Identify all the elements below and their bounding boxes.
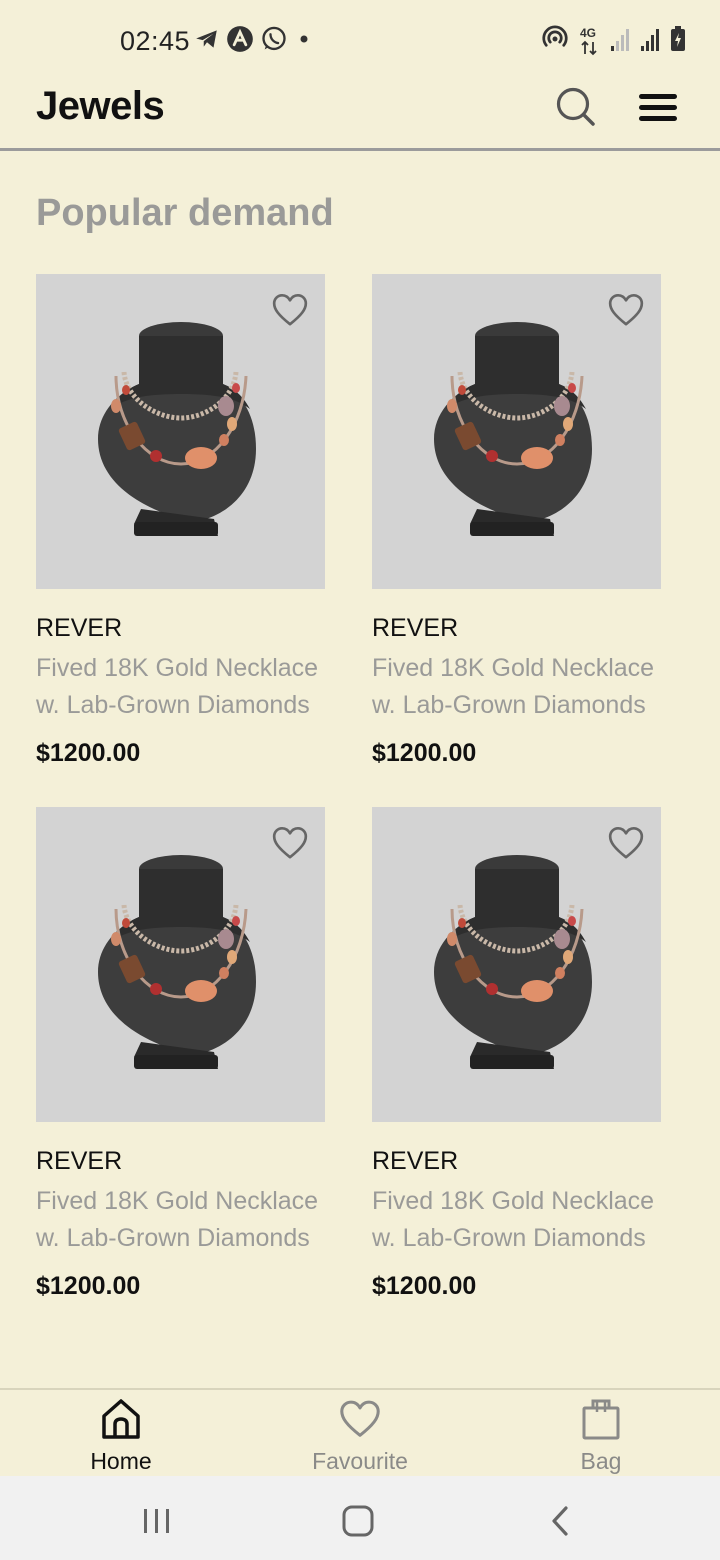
product-image[interactable]: [36, 274, 325, 589]
shopping-bag-icon: [582, 1399, 620, 1440]
bottom-nav: Home Favourite Bag: [0, 1388, 720, 1478]
favourite-button[interactable]: [604, 823, 648, 863]
product-price: $1200.00: [36, 739, 141, 767]
search-icon: [556, 87, 595, 126]
heart-icon: [604, 290, 648, 330]
favourite-button[interactable]: [604, 290, 648, 330]
app-title: Jewels: [36, 84, 165, 128]
favourite-button[interactable]: [268, 823, 312, 863]
menu-button[interactable]: [636, 88, 680, 128]
status-right-icons: 4G: [540, 24, 686, 59]
heart-icon: [604, 823, 648, 863]
telegram-icon: [194, 26, 220, 57]
product-image[interactable]: [372, 274, 661, 589]
app-bar: Jewels: [0, 80, 720, 151]
necklace-image: [422, 847, 612, 1087]
signal-bars-icon: [640, 26, 662, 57]
necklace-image: [86, 847, 276, 1087]
product-price: $1200.00: [36, 1272, 141, 1300]
product-card[interactable]: REVER Fived 18K Gold Necklace w. Lab-Gro…: [372, 807, 672, 1327]
product-brand: REVER: [372, 614, 459, 642]
product-brand: REVER: [36, 614, 123, 642]
heart-icon: [268, 290, 312, 330]
menu-icon: [639, 94, 677, 121]
product-name[interactable]: Fived 18K Gold Necklace w. Lab-Grown Dia…: [36, 650, 346, 724]
nav-item-bag[interactable]: Bag: [521, 1390, 681, 1478]
nav-label-bag: Bag: [580, 1448, 622, 1474]
product-card[interactable]: REVER Fived 18K Gold Necklace w. Lab-Gro…: [372, 274, 672, 794]
heart-icon: [268, 823, 312, 863]
section-title: Popular demand: [36, 192, 334, 234]
system-nav-bar: [0, 1476, 720, 1560]
search-button[interactable]: [554, 85, 598, 129]
notification-dot-icon: [294, 29, 314, 54]
whatsapp-icon: [260, 25, 288, 58]
product-price: $1200.00: [372, 739, 477, 767]
a-app-icon: [226, 25, 254, 58]
necklace-image: [86, 314, 276, 554]
product-card[interactable]: REVER Fived 18K Gold Necklace w. Lab-Gro…: [36, 274, 336, 794]
battery-charging-icon: [670, 25, 686, 57]
network-label: 4G: [580, 26, 597, 40]
next-section-title-peek: [36, 1376, 256, 1388]
product-image[interactable]: [372, 807, 661, 1122]
product-brand: REVER: [36, 1147, 123, 1175]
favourite-button[interactable]: [268, 290, 312, 330]
nav-item-favourite[interactable]: Favourite: [280, 1390, 440, 1478]
product-brand: REVER: [372, 1147, 459, 1175]
back-icon[interactable]: [546, 1504, 576, 1538]
signal-bars-icon: [610, 26, 632, 57]
nav-label-home: Home: [90, 1448, 152, 1474]
product-image[interactable]: [36, 807, 325, 1122]
product-name[interactable]: Fived 18K Gold Necklace w. Lab-Grown Dia…: [372, 650, 682, 724]
nav-label-favourite: Favourite: [312, 1448, 408, 1474]
status-bar: 02:45 4G: [0, 0, 720, 80]
heart-icon: [337, 1396, 383, 1442]
product-name[interactable]: Fived 18K Gold Necklace w. Lab-Grown Dia…: [372, 1183, 682, 1257]
hotspot-icon: [540, 24, 570, 59]
nav-item-home[interactable]: Home: [41, 1390, 201, 1478]
product-price: $1200.00: [372, 1272, 477, 1300]
4g-data-icon: 4G: [578, 26, 602, 56]
product-card[interactable]: REVER Fived 18K Gold Necklace w. Lab-Gro…: [36, 807, 336, 1327]
status-time: 02:45: [120, 26, 191, 56]
product-name[interactable]: Fived 18K Gold Necklace w. Lab-Grown Dia…: [36, 1183, 346, 1257]
home-circle-icon[interactable]: [341, 1504, 375, 1538]
status-left-icons: [194, 25, 314, 58]
recent-apps-icon[interactable]: [142, 1506, 172, 1536]
necklace-image: [422, 314, 612, 554]
home-icon: [102, 1399, 140, 1439]
